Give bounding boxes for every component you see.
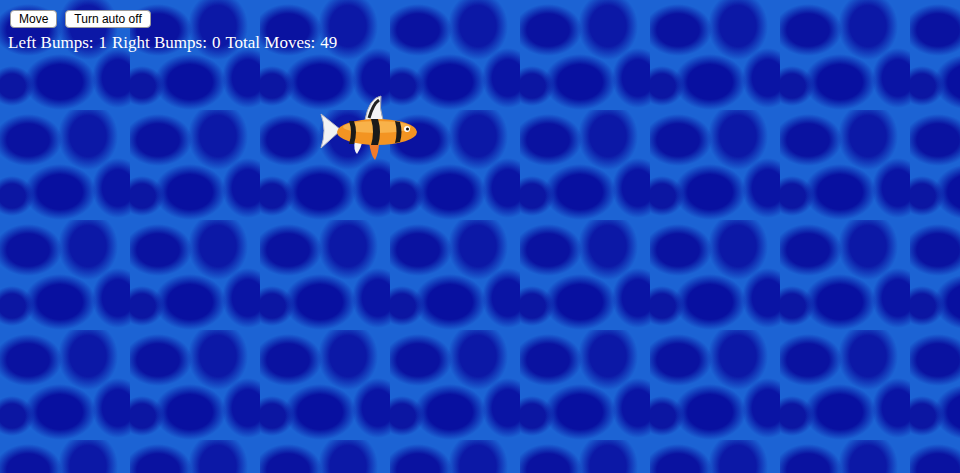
stat-value: 49 [320,33,337,53]
stat-label: Total Moves: [225,33,315,53]
control-button[interactable]: Move [10,10,57,28]
stat-value: 0 [212,33,221,53]
stat: Left Bumps:1 [8,33,107,53]
stat-label: Right Bumps: [112,33,207,53]
aquarium: Move Turn auto off Left Bumps:1Right Bumps… [0,0,960,473]
stat-value: 1 [98,33,107,53]
stat: Right Bumps:0 [112,33,220,53]
stats-line: Left Bumps:1Right Bumps:0Total Moves:49 [8,33,952,53]
control-button[interactable]: Turn auto off [65,10,150,28]
stat-label: Left Bumps: [8,33,93,53]
toolbar: Move Turn auto off [8,10,952,28]
stat: Total Moves:49 [225,33,337,53]
fish-icon [319,94,419,166]
